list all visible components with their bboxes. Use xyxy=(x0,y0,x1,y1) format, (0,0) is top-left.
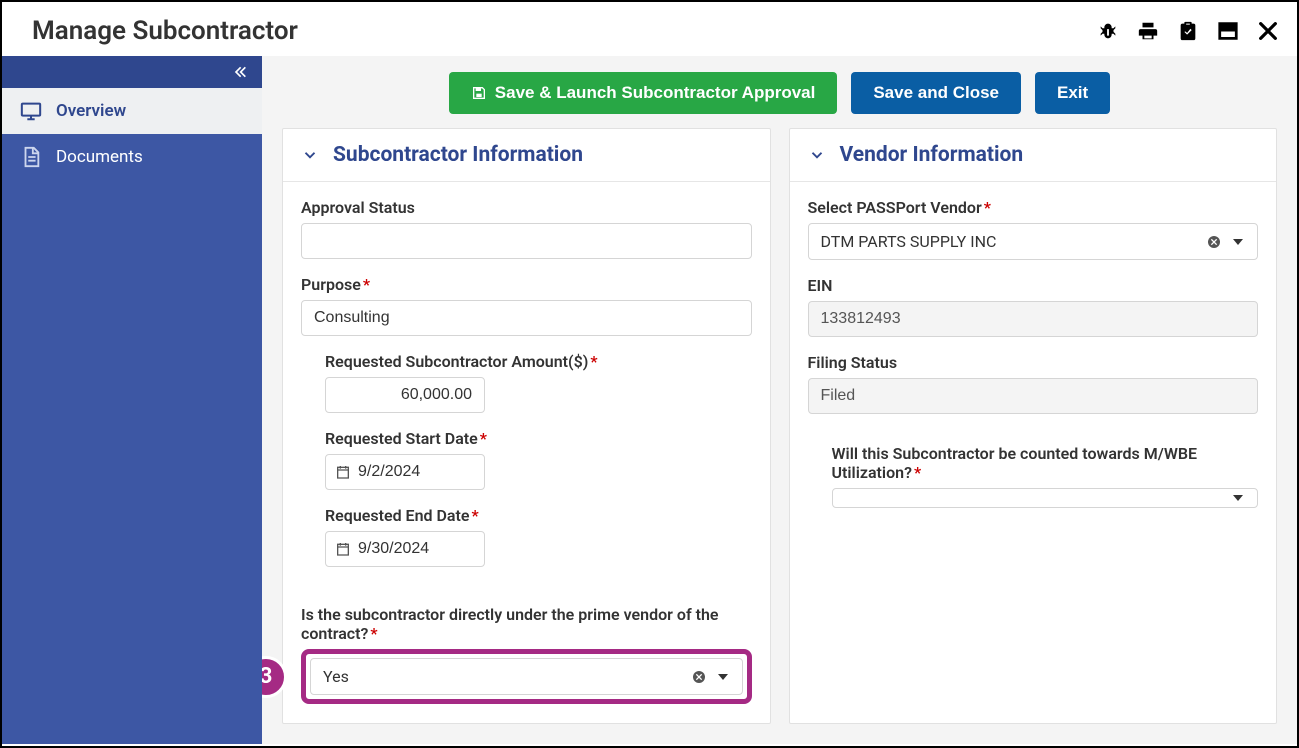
document-icon xyxy=(20,146,42,168)
step-badge-3: 3 xyxy=(262,656,287,698)
close-icon[interactable] xyxy=(1257,20,1279,42)
filing-status-label: Filing Status xyxy=(808,353,1259,372)
ein-label: EIN xyxy=(808,276,1259,295)
sidebar-item-overview[interactable]: Overview xyxy=(2,88,262,134)
sidebar-item-label: Documents xyxy=(56,147,143,167)
sidebar: Overview Documents xyxy=(2,56,262,744)
filing-status-group: Filing Status xyxy=(808,353,1259,414)
page-title: Manage Subcontractor xyxy=(32,16,298,46)
main-area: Save & Launch Subcontractor Approval Sav… xyxy=(262,56,1297,744)
window-header: Manage Subcontractor xyxy=(2,2,1297,56)
caret-down-icon[interactable] xyxy=(714,668,732,686)
calendar-icon xyxy=(335,541,351,557)
end-date-group: Requested End Date* xyxy=(325,506,752,567)
bug-icon[interactable] xyxy=(1097,20,1119,42)
content-body: Overview Documents Save & Launch Subcont… xyxy=(2,56,1297,744)
save-launch-button[interactable]: Save & Launch Subcontractor Approval xyxy=(449,72,838,114)
end-date-label: Requested End Date* xyxy=(325,506,752,525)
maximize-icon[interactable] xyxy=(1217,20,1239,42)
purpose-group: Purpose* xyxy=(301,275,752,336)
action-bar: Save & Launch Subcontractor Approval Sav… xyxy=(262,56,1297,128)
vendor-select[interactable]: DTM PARTS SUPPLY INC xyxy=(808,223,1259,260)
direct-select[interactable]: Yes xyxy=(310,658,743,695)
vendor-select-label: Select PASSPort Vendor* xyxy=(808,198,1259,217)
vendor-info-panel: Vendor Information Select PASSPort Vendo… xyxy=(789,128,1278,724)
mwbe-select[interactable] xyxy=(832,488,1259,508)
panel-title: Vendor Information xyxy=(840,143,1024,167)
purpose-label: Purpose* xyxy=(301,275,752,294)
vendor-info-body: Select PASSPort Vendor* DTM PARTS SUPPLY… xyxy=(790,182,1277,544)
caret-down-icon[interactable] xyxy=(1229,233,1247,251)
vendor-select-group: Select PASSPort Vendor* DTM PARTS SUPPLY… xyxy=(808,198,1259,260)
clear-icon[interactable] xyxy=(690,668,708,686)
ein-input xyxy=(808,301,1259,337)
sidebar-item-label: Overview xyxy=(56,101,126,121)
direct-question-group: Is the subcontractor directly under the … xyxy=(301,605,752,704)
calendar-icon xyxy=(335,464,351,480)
mwbe-select-value xyxy=(833,490,1230,506)
subcontractor-info-body: Approval Status Purpose* Requested Subco… xyxy=(283,182,770,740)
chevron-down-icon xyxy=(808,146,826,164)
sidebar-collapse-button[interactable] xyxy=(2,56,262,88)
mwbe-label: Will this Subcontractor be counted towar… xyxy=(832,444,1259,482)
approval-status-group: Approval Status xyxy=(301,198,752,259)
chevron-down-icon xyxy=(301,146,319,164)
start-date-label: Requested Start Date* xyxy=(325,429,752,448)
ein-group: EIN xyxy=(808,276,1259,337)
subcontractor-info-panel: Subcontractor Information Approval Statu… xyxy=(282,128,771,724)
direct-select-highlight: Yes xyxy=(301,649,752,704)
mwbe-group: Will this Subcontractor be counted towar… xyxy=(808,444,1259,508)
amount-label: Requested Subcontractor Amount($)* xyxy=(325,352,752,371)
amount-input[interactable] xyxy=(325,377,485,413)
save-icon xyxy=(471,85,487,101)
approval-status-input[interactable] xyxy=(301,223,752,259)
monitor-icon xyxy=(20,100,42,122)
start-date-group: Requested Start Date* xyxy=(325,429,752,490)
approval-status-label: Approval Status xyxy=(301,198,752,217)
panel-title: Subcontractor Information xyxy=(333,143,583,167)
direct-question-label: Is the subcontractor directly under the … xyxy=(301,605,752,643)
purpose-input[interactable] xyxy=(301,300,752,336)
vendor-select-value: DTM PARTS SUPPLY INC xyxy=(809,224,1206,259)
clipboard-check-icon[interactable] xyxy=(1177,20,1199,42)
clear-icon[interactable] xyxy=(1205,233,1223,251)
save-close-button[interactable]: Save and Close xyxy=(851,72,1021,114)
subcontractor-info-header[interactable]: Subcontractor Information xyxy=(283,129,770,182)
header-icon-group xyxy=(1097,20,1279,42)
panels-row: Subcontractor Information Approval Statu… xyxy=(262,128,1297,744)
sidebar-item-documents[interactable]: Documents xyxy=(2,134,262,180)
exit-button[interactable]: Exit xyxy=(1035,72,1110,114)
vendor-info-header[interactable]: Vendor Information xyxy=(790,129,1277,182)
print-icon[interactable] xyxy=(1137,20,1159,42)
direct-select-value: Yes xyxy=(311,659,690,694)
amount-group: Requested Subcontractor Amount($)* xyxy=(325,352,752,413)
filing-status-input xyxy=(808,378,1259,414)
caret-down-icon[interactable] xyxy=(1229,489,1247,507)
